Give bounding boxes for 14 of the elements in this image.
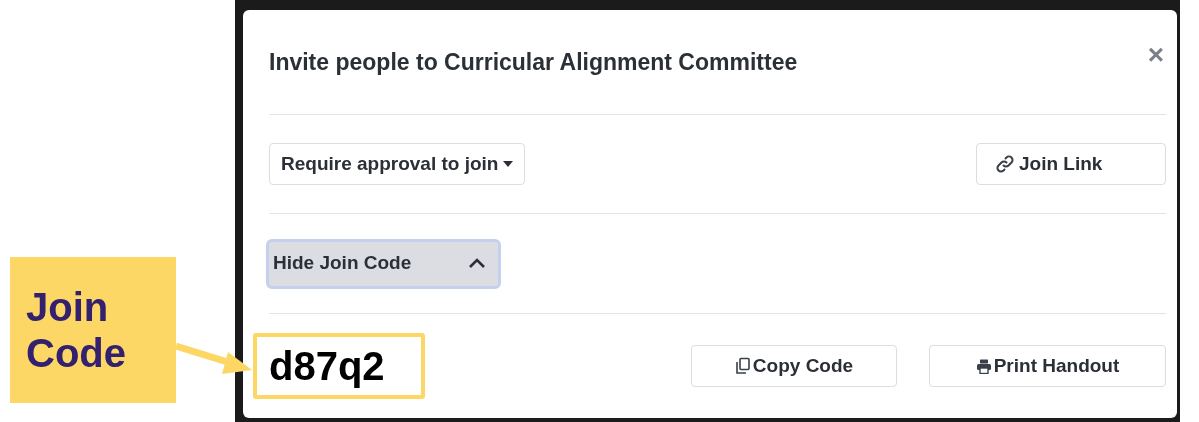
copy-code-button[interactable]: Copy Code: [691, 345, 897, 387]
chevron-up-icon: [468, 258, 486, 269]
join-code-toggle[interactable]: Hide Join Code: [266, 238, 501, 289]
link-icon: [995, 154, 1015, 174]
caret-icon: [503, 161, 514, 167]
dialog-title: Invite people to Curricular Alignment Committee: [269, 47, 798, 77]
approval-dropdown[interactable]: Require approval to join: [269, 143, 526, 185]
join-link-button[interactable]: Join Link: [976, 143, 1166, 185]
close-button[interactable]: ×: [1147, 41, 1164, 69]
printer-icon: [975, 358, 992, 374]
copy-icon: [734, 357, 751, 375]
print-handout-button[interactable]: Print Handout: [929, 345, 1166, 387]
callout-label: Join Code: [10, 257, 176, 403]
join-code: d87q2: [253, 333, 425, 399]
